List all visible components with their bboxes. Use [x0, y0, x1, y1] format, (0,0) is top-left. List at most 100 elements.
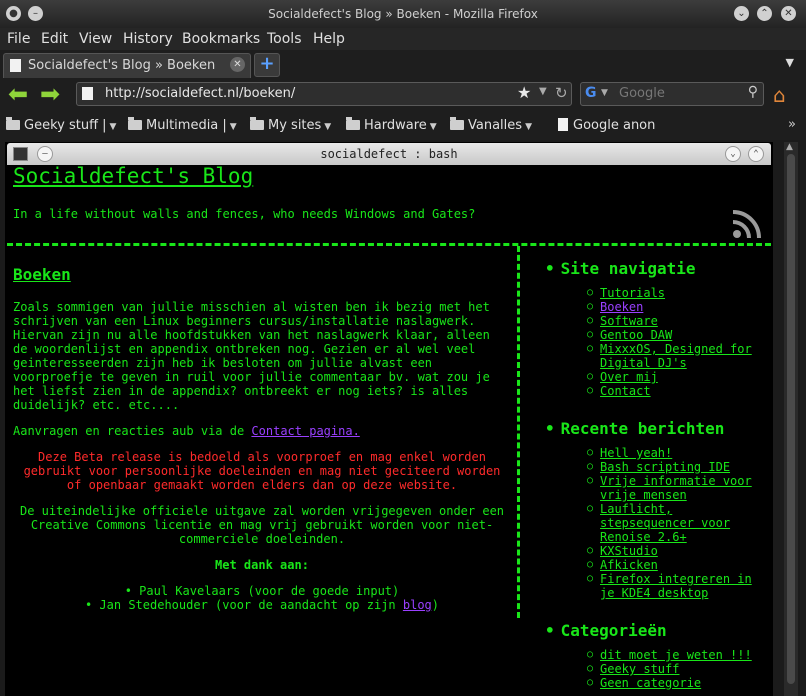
tab-close-icon[interactable]: ✕	[230, 57, 245, 72]
intro-paragraph: Zoals sommigen van jullie misschien al w…	[13, 300, 490, 412]
scroll-up-icon[interactable]: ▲	[786, 142, 793, 152]
back-icon[interactable]: ⬅	[8, 81, 28, 107]
sidebar-item-gentoo-daw[interactable]: Gentoo DAW	[545, 328, 773, 342]
bookmark-folder-my-sites[interactable]: My sites ▼	[250, 117, 331, 133]
search-box[interactable]: G ▼ Google ⚲	[580, 82, 764, 106]
site-identity-icon[interactable]	[82, 87, 93, 100]
column-divider	[517, 246, 520, 618]
folder-icon	[250, 117, 264, 130]
recent-post-item[interactable]: Firefox integreren in je KDE4 desktop	[545, 572, 773, 600]
maximize-icon[interactable]: ⌃	[757, 6, 772, 21]
menu-bookmarks[interactable]: Bookmarks	[182, 31, 260, 47]
post-heading[interactable]: Boeken	[13, 267, 511, 283]
thanks-list: • Paul Kavelaars (voor de goede input) •…	[13, 584, 511, 612]
reload-icon[interactable]: ↻	[555, 84, 568, 102]
page-scrollbar[interactable]: ▲	[784, 142, 798, 696]
category-item[interactable]: Geeky stuff	[545, 662, 773, 676]
recent-post-item[interactable]: Lauflicht, stepsequencer voor Renoise 2.…	[545, 502, 773, 544]
thanks-item: • Paul Kavelaars (voor de goede input)	[124, 584, 400, 598]
sidebar-item-tutorials[interactable]: Tutorials	[545, 286, 773, 300]
bookmark-label: Multimedia |	[146, 118, 227, 133]
url-history-dropdown-icon[interactable]: ▼	[539, 86, 547, 97]
sidebar: Site navigatie Tutorials Boeken Software…	[545, 261, 773, 691]
license-paragraph: De uiteindelijke officiele uitgave zal w…	[19, 504, 505, 546]
recent-post-item[interactable]: Hell yeah!	[545, 446, 773, 460]
folder-icon	[346, 117, 360, 130]
tab-bar: Socialdefect's Blog » Boeken ✕ + ▼	[0, 50, 806, 78]
sidebar-item-mixxxos[interactable]: MixxxOS, Designed for Digital DJ's	[545, 342, 773, 370]
bookmarks-overflow-icon[interactable]: »	[788, 117, 796, 132]
bookmark-label: My sites	[268, 118, 322, 133]
blog-link[interactable]: blog	[403, 598, 432, 612]
scrollbar-thumb[interactable]	[787, 154, 795, 684]
new-tab-button[interactable]: +	[254, 53, 280, 77]
recent-post-item[interactable]: Vrije informatie voor vrije mensen	[545, 474, 773, 502]
sidebar-item-contact[interactable]: Contact	[545, 384, 773, 398]
minimize-icon[interactable]: ⌄	[734, 6, 749, 21]
bookmark-folder-hardware[interactable]: Hardware ▼	[346, 117, 437, 133]
page-icon	[558, 118, 568, 131]
sidebar-item-over-mij[interactable]: Over mij	[545, 370, 773, 384]
thanks-heading: Met dank aan:	[215, 558, 309, 572]
page-icon	[10, 59, 21, 72]
contact-link[interactable]: Contact pagina.	[251, 424, 359, 438]
bookmark-folder-multimedia[interactable]: Multimedia | ▼	[128, 117, 237, 133]
recent-post-item[interactable]: Bash scripting IDE	[545, 460, 773, 474]
url-text[interactable]: http://socialdefect.nl/boeken/	[105, 86, 295, 101]
bookmark-label: Geeky stuff |	[24, 118, 107, 133]
url-bar[interactable]: http://socialdefect.nl/boeken/ ★ ▼ ↻	[76, 82, 572, 106]
bookmark-star-icon[interactable]: ★	[517, 83, 531, 102]
sidebar-item-boeken[interactable]: Boeken	[545, 300, 773, 314]
menu-view[interactable]: View	[79, 31, 112, 47]
folder-icon	[128, 117, 142, 130]
folder-icon	[6, 117, 20, 130]
forward-icon[interactable]: ➡	[40, 81, 60, 107]
window-titlebar: ● – Socialdefect's Blog » Boeken - Mozil…	[0, 0, 806, 28]
thanks-text: )	[431, 598, 440, 612]
blog-tagline: In a life without walls and fences, who …	[13, 207, 476, 221]
blog-title[interactable]: Socialdefect's Blog	[13, 164, 253, 188]
menu-help[interactable]: Help	[313, 31, 345, 47]
search-engine-dropdown-icon[interactable]: ▼	[601, 88, 608, 98]
home-icon[interactable]: ⌂	[773, 83, 786, 107]
category-item[interactable]: Geen categorie	[545, 676, 773, 690]
bookmark-label: Google anon	[573, 118, 656, 133]
sidebar-item-software[interactable]: Software	[545, 314, 773, 328]
sidebar-heading-recent: Recente berichten	[545, 421, 773, 437]
navigation-list: Tutorials Boeken Software Gentoo DAW Mix…	[545, 286, 773, 398]
tab-boeken[interactable]: Socialdefect's Blog » Boeken ✕	[3, 53, 251, 78]
menu-edit[interactable]: Edit	[41, 31, 68, 47]
request-paragraph: Aanvragen en reacties aub via de Contact…	[13, 424, 511, 438]
beta-notice: Deze Beta release is bedoeld als voorpro…	[23, 450, 501, 492]
navigation-bar: ⬅ ➡ http://socialdefect.nl/boeken/ ★ ▼ ↻…	[0, 78, 806, 110]
thanks-text: • Jan Stedehouder (voor de aandacht op z…	[84, 598, 403, 612]
request-text: Aanvragen en reacties aub via de	[13, 424, 252, 438]
window-title: Socialdefect's Blog » Boeken - Mozilla F…	[268, 7, 538, 21]
bookmark-folder-vanalles[interactable]: Vanalles ▼	[450, 117, 532, 133]
menu-tools[interactable]: Tools	[267, 31, 302, 47]
tab-list-icon[interactable]: ▼	[786, 56, 794, 69]
bookmark-folder-geeky-stuff[interactable]: Geeky stuff | ▼	[6, 117, 116, 133]
menu-bar: File Edit View History Bookmarks Tools H…	[0, 28, 806, 50]
search-icon[interactable]: ⚲	[748, 84, 758, 100]
recent-posts-list: Hell yeah! Bash scripting IDE Vrije info…	[545, 446, 773, 600]
terminal-minimize-icon[interactable]: ⌄	[725, 146, 741, 162]
search-input[interactable]: Google	[619, 86, 665, 101]
menu-file[interactable]: File	[7, 31, 30, 47]
close-icon[interactable]: ✕	[781, 6, 796, 21]
bookmarks-toolbar: Geeky stuff | ▼ Multimedia | ▼ My sites ▼ H…	[0, 110, 806, 140]
category-item[interactable]: dit moet je weten !!!	[545, 648, 773, 662]
recent-post-item[interactable]: Afkicken	[545, 558, 773, 572]
rss-feed-icon[interactable]	[731, 208, 763, 240]
terminal-title: socialdefect : bash	[320, 147, 458, 161]
recent-post-item[interactable]: KXStudio	[545, 544, 773, 558]
bookmark-google-anon[interactable]: Google anon	[558, 118, 655, 133]
folder-icon	[450, 117, 464, 130]
main-content: Boeken Zoals sommigen van jullie misschi…	[13, 267, 511, 613]
google-icon[interactable]: G	[585, 85, 597, 101]
terminal-maximize-icon[interactable]: ⌃	[748, 146, 764, 162]
menu-history[interactable]: History	[123, 31, 173, 47]
thanks-item: • Jan Stedehouder (voor de aandacht op z…	[13, 598, 511, 612]
bookmark-label: Vanalles	[468, 118, 523, 133]
sidebar-heading-navigation: Site navigatie	[545, 261, 773, 277]
